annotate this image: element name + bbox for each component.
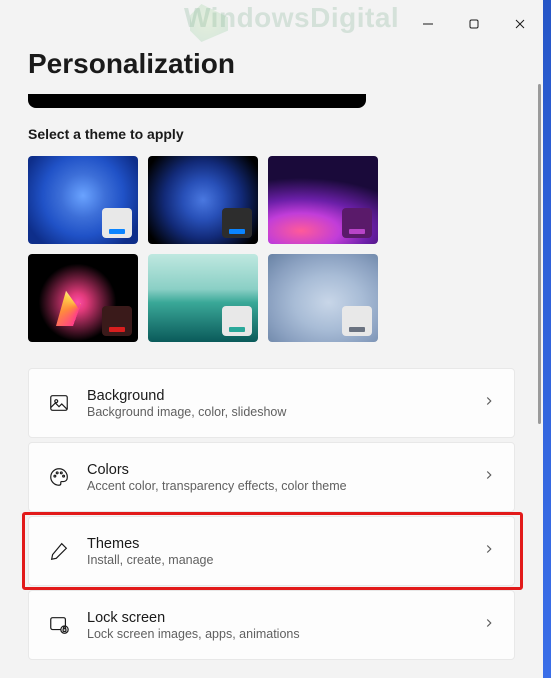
chevron-right-icon	[482, 394, 496, 413]
window-titlebar	[0, 0, 543, 48]
theme-tile-windows-light[interactable]	[28, 156, 138, 244]
settings-item-subtitle: Accent color, transparency effects, colo…	[87, 479, 466, 493]
settings-item-title: Lock screen	[87, 610, 466, 626]
theme-accent-swatch	[109, 229, 125, 234]
minimize-button[interactable]	[405, 6, 451, 42]
settings-item-lock-screen[interactable]: Lock screen Lock screen images, apps, an…	[28, 590, 515, 660]
settings-item-title: Themes	[87, 536, 466, 552]
settings-item-colors[interactable]: Colors Accent color, transparency effect…	[28, 442, 515, 512]
theme-mini-preview	[102, 306, 132, 336]
settings-item-background[interactable]: Background Background image, color, slid…	[28, 368, 515, 438]
theme-section-label: Select a theme to apply	[28, 126, 515, 142]
settings-item-text: Themes Install, create, manage	[87, 536, 466, 567]
maximize-button[interactable]	[451, 6, 497, 42]
settings-window: WindowsDigital Personalization Select a …	[0, 0, 543, 678]
palette-icon	[47, 465, 71, 489]
close-button[interactable]	[497, 6, 543, 42]
minimize-icon	[422, 18, 434, 30]
page-title: Personalization	[28, 48, 515, 80]
settings-item-subtitle: Install, create, manage	[87, 553, 466, 567]
settings-item-text: Background Background image, color, slid…	[87, 388, 466, 419]
theme-accent-swatch	[229, 229, 245, 234]
theme-tile-captured-motion[interactable]	[28, 254, 138, 342]
scrollbar-thumb[interactable]	[538, 84, 541, 424]
settings-item-subtitle: Background image, color, slideshow	[87, 405, 466, 419]
theme-mini-preview	[342, 208, 372, 238]
theme-mini-preview	[102, 208, 132, 238]
settings-item-text: Lock screen Lock screen images, apps, an…	[87, 610, 466, 641]
theme-tile-sunrise[interactable]	[148, 254, 258, 342]
theme-tile-glow[interactable]	[268, 156, 378, 244]
chevron-right-icon	[482, 616, 496, 635]
chevron-right-icon	[482, 542, 496, 561]
settings-item-themes[interactable]: Themes Install, create, manage	[28, 516, 515, 586]
theme-accent-swatch	[349, 327, 365, 332]
settings-item-themes-wrapper: Themes Install, create, manage	[28, 516, 515, 586]
close-icon	[514, 18, 526, 30]
theme-mini-preview	[222, 208, 252, 238]
maximize-icon	[468, 18, 480, 30]
settings-item-title: Background	[87, 388, 466, 404]
theme-tile-flow[interactable]	[268, 254, 378, 342]
theme-accent-swatch	[109, 327, 125, 332]
settings-item-subtitle: Lock screen images, apps, animations	[87, 627, 466, 641]
chevron-right-icon	[482, 468, 496, 487]
current-theme-preview-cropped	[28, 94, 366, 108]
brush-icon	[47, 539, 71, 563]
theme-mini-preview	[342, 306, 372, 336]
settings-item-title: Colors	[87, 462, 466, 478]
picture-icon	[47, 391, 71, 415]
content-area: Personalization Select a theme to apply	[0, 48, 543, 678]
settings-list: Background Background image, color, slid…	[28, 368, 515, 660]
themes-grid	[28, 156, 515, 342]
theme-mini-preview	[222, 306, 252, 336]
theme-accent-swatch	[229, 327, 245, 332]
settings-item-text: Colors Accent color, transparency effect…	[87, 462, 466, 493]
lock-screen-icon	[47, 613, 71, 637]
theme-accent-swatch	[349, 229, 365, 234]
theme-tile-windows-dark[interactable]	[148, 156, 258, 244]
